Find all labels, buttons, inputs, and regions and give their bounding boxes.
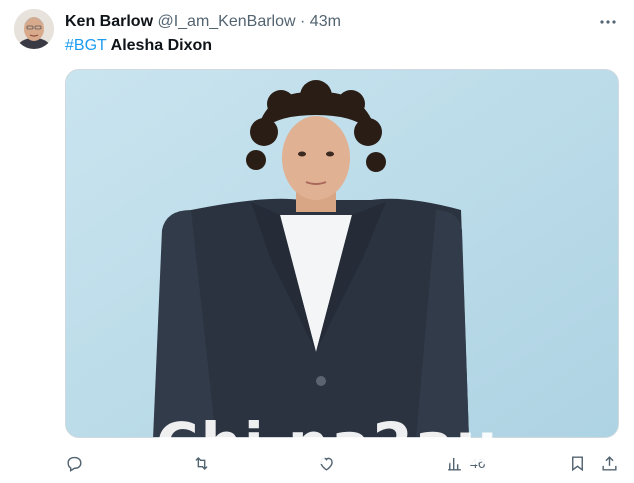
share-button[interactable]: [600, 450, 619, 476]
repost-icon: [195, 456, 208, 470]
post-photo[interactable]: [65, 69, 619, 438]
like-button[interactable]: [317, 450, 342, 476]
reply-icon: [67, 456, 82, 472]
more-options-icon[interactable]: [598, 12, 618, 32]
separator-dot: ·: [300, 13, 306, 30]
tweet: Ken Barlow @I_am_KenBarlow · 43m #BGT Al…: [0, 0, 634, 483]
hashtag-link[interactable]: #BGT: [65, 37, 107, 54]
author-name[interactable]: Ken Barlow: [65, 13, 153, 30]
share-icon: [602, 455, 617, 471]
bookmark-button[interactable]: [568, 450, 587, 476]
views-icon: [448, 457, 461, 471]
like-icon: [320, 457, 333, 471]
photo-illustration: [66, 70, 618, 437]
views-count: 46: [470, 455, 486, 471]
views-button[interactable]: 46: [445, 450, 486, 476]
post-text-rest: Alesha Dixon: [106, 37, 213, 54]
post-header: Ken Barlow @I_am_KenBarlow · 43m: [65, 11, 594, 33]
post-timestamp[interactable]: 43m: [310, 13, 341, 30]
author-avatar[interactable]: [14, 9, 54, 49]
post-text: #BGT Alesha Dixon: [65, 35, 212, 57]
bookmark-icon: [572, 455, 583, 471]
repost-button[interactable]: [192, 450, 217, 476]
action-bar: 46: [65, 450, 619, 476]
author-handle[interactable]: @I_am_KenBarlow: [157, 13, 295, 30]
reply-button[interactable]: [65, 450, 90, 476]
